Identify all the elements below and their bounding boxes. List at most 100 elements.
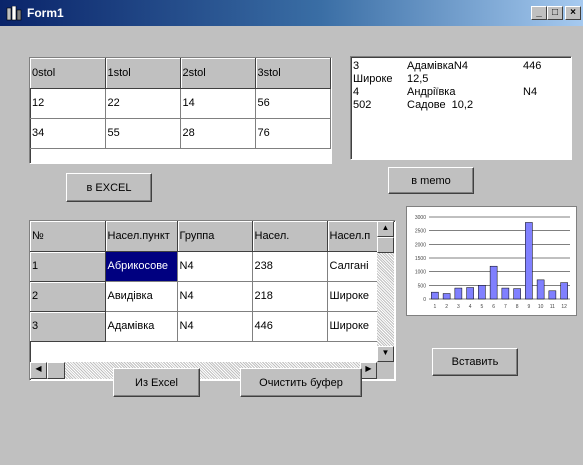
to-excel-button[interactable]: в EXCEL: [66, 173, 152, 202]
chart-y-tick-label: 0: [423, 297, 426, 303]
maximize-button[interactable]: □: [547, 6, 563, 20]
main-grid[interactable]: № Насел.пункт Группа Насел. Насел.п 1 Аб…: [29, 220, 396, 381]
form-client-area: 0stol 1stol 2stol 3stol 12 22 14 56 34 5…: [0, 26, 583, 465]
main-grid-header-cell[interactable]: №: [30, 221, 106, 252]
chart-x-tick-label: 4: [469, 304, 472, 310]
chart-y-tick-label: 1500: [415, 256, 426, 262]
main-grid-cell[interactable]: 218: [252, 281, 328, 312]
table-row: 2 Авидівка N4 218 Широке: [30, 281, 378, 312]
window-title: Form1: [27, 6, 64, 20]
top-grid-cell[interactable]: 12: [30, 88, 106, 119]
top-grid-row: 12 22 14 56: [30, 88, 331, 119]
top-grid-header-cell[interactable]: 1stol: [105, 58, 181, 89]
memo-box[interactable]: 3 АдамівкаN4 446 Широке 12,5 4 Андріївка…: [350, 56, 572, 160]
chart-x-tick-label: 5: [480, 304, 483, 310]
main-grid-header-cell[interactable]: Насел.п: [327, 221, 378, 252]
chart-bar: [536, 279, 545, 300]
chart-x-tick-label: 3: [457, 304, 460, 310]
memo-text: N4: [523, 86, 538, 98]
chart-bar: [548, 290, 557, 300]
chart-panel: 3000 2500 2000 1500 1000 500 0 1 2 3 4 5 6 7 8 9 10 11 12: [406, 206, 577, 316]
table-row: 3 Адамівка N4 446 Широке: [30, 311, 378, 342]
memo-text: 502: [353, 99, 372, 111]
scroll-left-arrow-icon[interactable]: ◀: [30, 362, 47, 379]
main-grid-header-cell[interactable]: Насел.пункт: [105, 221, 178, 252]
row-number-cell[interactable]: 2: [30, 281, 106, 312]
chart-x-tick-label: 10: [538, 304, 544, 310]
chart-y-tick-label: 2500: [415, 229, 426, 235]
bar-chart: 3000250020001500100050001 2 3 4 5 6 7 8 9 10 11 12: [415, 215, 570, 310]
main-grid-header-cell[interactable]: Группа: [177, 221, 253, 252]
main-grid-cell[interactable]: 238: [252, 251, 328, 282]
chart-x-tick-label: 6: [492, 304, 495, 310]
main-grid-header-cell[interactable]: Насел.: [252, 221, 328, 252]
main-grid-cell-selected[interactable]: Абрикосове: [105, 251, 178, 282]
chart-y-tick-label: 500: [418, 283, 427, 289]
top-grid-cell[interactable]: 22: [105, 88, 181, 119]
chart-bar: [442, 293, 451, 300]
main-grid-header-row: № Насел.пункт Группа Насел. Насел.п: [30, 221, 378, 252]
table-row: 1 Абрикосове N4 238 Салгані: [30, 251, 378, 282]
top-grid-cell[interactable]: 55: [105, 118, 181, 149]
vertical-scroll-thumb[interactable]: [377, 237, 394, 253]
chart-bar: [560, 282, 568, 300]
main-grid-cell[interactable]: 446: [252, 311, 328, 342]
scroll-down-arrow-icon[interactable]: ▼: [377, 346, 394, 362]
top-grid-cell[interactable]: 28: [180, 118, 256, 149]
chart-y-tick-label: 1000: [415, 270, 426, 276]
horizontal-scroll-thumb[interactable]: [47, 362, 65, 379]
clear-buffer-button[interactable]: Очистить буфер: [240, 368, 362, 397]
chart-bar: [501, 287, 510, 300]
scrollbar-corner: [377, 362, 394, 379]
memo-text: Широке: [353, 73, 393, 85]
main-grid-cell[interactable]: N4: [177, 251, 253, 282]
memo-text: Андріївка: [407, 86, 456, 98]
top-grid-header-cell[interactable]: 3stol: [255, 58, 331, 89]
top-grid-header-row: 0stol 1stol 2stol 3stol: [30, 58, 331, 89]
chart-y-tick-label: 3000: [415, 215, 426, 221]
main-grid-cell[interactable]: Авидівка: [105, 281, 178, 312]
row-number-cell[interactable]: 3: [30, 311, 106, 342]
app-icon: [6, 6, 22, 21]
main-grid-cell[interactable]: Салгані: [327, 251, 378, 282]
top-grid-row: 34 55 28 76: [30, 118, 331, 149]
chart-y-tick-label: 2000: [415, 242, 426, 248]
chart-x-tick-label: 11: [550, 304, 555, 310]
memo-text: 446: [523, 60, 542, 72]
minimize-button[interactable]: _: [531, 6, 547, 20]
memo-text: 3: [353, 60, 360, 72]
chart-x-tick-label: 1: [433, 304, 436, 310]
top-grid-cell[interactable]: 14: [180, 88, 256, 119]
to-memo-button[interactable]: в memo: [388, 167, 474, 194]
main-grid-cell[interactable]: Адамівка: [105, 311, 178, 342]
chart-bar: [489, 265, 498, 300]
chart-bar: [431, 291, 439, 300]
close-button[interactable]: ×: [565, 6, 581, 20]
top-grid[interactable]: 0stol 1stol 2stol 3stol 12 22 14 56 34 5…: [29, 57, 332, 164]
main-grid-cell[interactable]: Широке: [327, 281, 378, 312]
top-grid-cell[interactable]: 56: [255, 88, 331, 119]
chart-x-tick-label: 8: [516, 304, 519, 310]
chart-bar: [466, 287, 474, 300]
main-grid-cell[interactable]: N4: [177, 281, 253, 312]
chart-bar: [454, 287, 463, 300]
chart-bar: [525, 222, 533, 300]
scroll-up-arrow-icon[interactable]: ▲: [377, 221, 394, 237]
row-number-cell[interactable]: 1: [30, 251, 106, 282]
title-bar[interactable]: Form1 _ □ ×: [0, 0, 583, 26]
insert-button[interactable]: Вставить: [432, 348, 518, 376]
chart-x-tick-label: 2: [445, 304, 448, 310]
memo-text: АдамівкаN4: [407, 60, 468, 72]
top-grid-cell[interactable]: 76: [255, 118, 331, 149]
top-grid-cell[interactable]: 34: [30, 118, 106, 149]
chart-x-tick-label: 7: [504, 304, 507, 310]
memo-text: 12,5: [407, 73, 429, 85]
from-excel-button[interactable]: Из Excel: [113, 368, 200, 397]
top-grid-header-cell[interactable]: 2stol: [180, 58, 256, 89]
main-grid-cell[interactable]: N4: [177, 311, 253, 342]
main-grid-cell[interactable]: Широке: [327, 311, 378, 342]
top-grid-header-cell[interactable]: 0stol: [30, 58, 106, 89]
chart-x-tick-label: 12: [561, 304, 567, 310]
main-window: Form1 _ □ × 0stol 1stol 2stol 3stol 12 2…: [0, 0, 583, 465]
scroll-right-arrow-icon[interactable]: ▶: [360, 362, 377, 379]
